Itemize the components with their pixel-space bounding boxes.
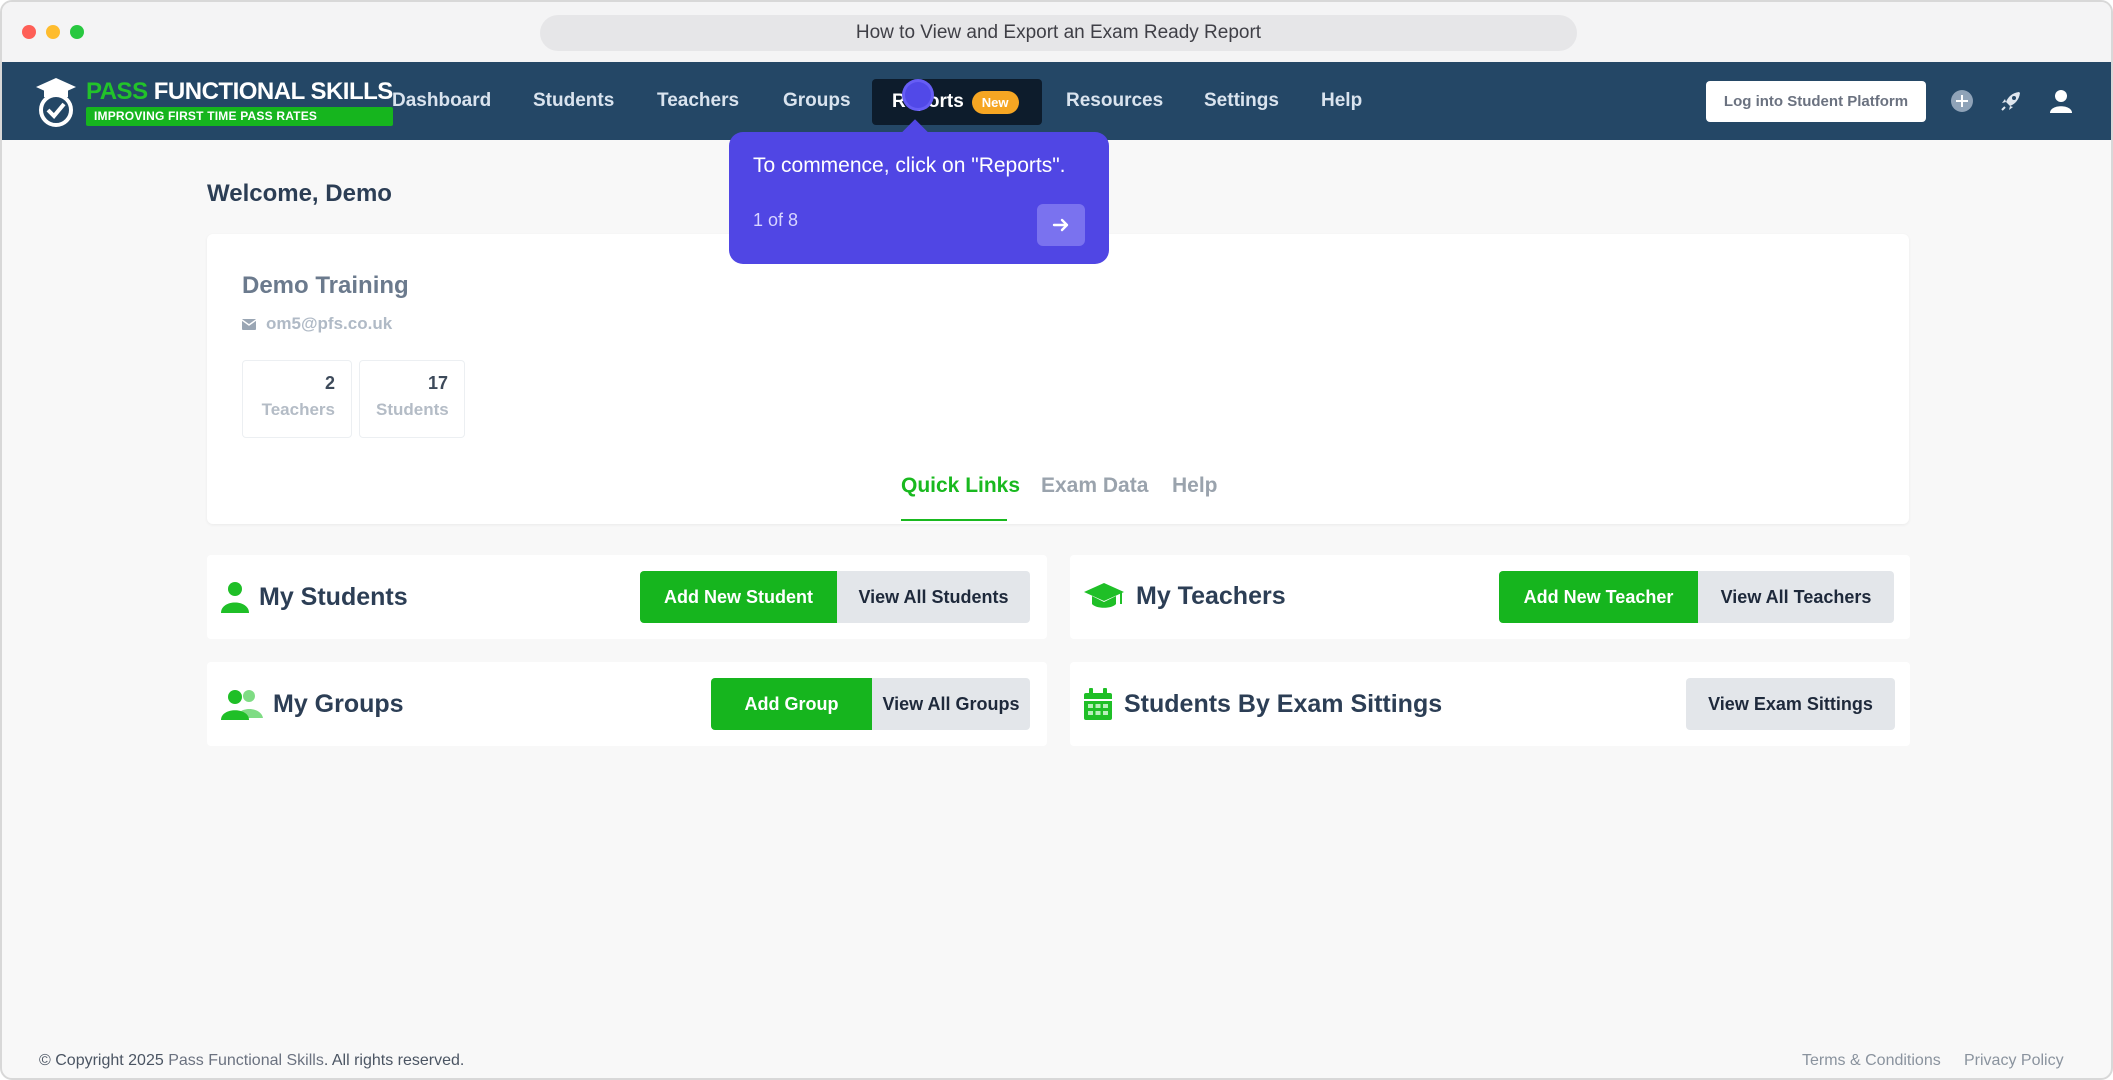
my-students-panel: My Students Add New Student View All Stu… (207, 555, 1047, 639)
view-all-students-button[interactable]: View All Students (837, 571, 1030, 623)
nav-reports[interactable]: Reports New (872, 79, 1042, 125)
my-teachers-panel: My Teachers Add New Teacher View All Tea… (1070, 555, 1910, 639)
tab-exam-data[interactable]: Exam Data (1041, 474, 1148, 498)
nav-groups[interactable]: Groups (783, 83, 851, 119)
student-icon (221, 582, 249, 613)
address-bar[interactable]: How to View and Export an Exam Ready Rep… (540, 15, 1577, 51)
tour-tooltip: To commence, click on "Reports". 1 of 8 (729, 119, 1109, 264)
nav-resources[interactable]: Resources (1066, 83, 1163, 119)
exam-sittings-panel: Students By Exam Sittings View Exam Sitt… (1070, 662, 1910, 746)
nav-teachers[interactable]: Teachers (657, 83, 739, 119)
profile-card: Demo Training om5@pfs.co.uk 2 Teachers 1… (207, 234, 1909, 524)
view-all-groups-button[interactable]: View All Groups (872, 678, 1030, 730)
copyright-suffix: . All rights reserved. (323, 1052, 465, 1069)
teachers-button-group: Add New Teacher View All Teachers (1499, 571, 1894, 623)
active-tab-indicator (901, 519, 1007, 521)
user-icon[interactable] (2048, 88, 2074, 114)
login-student-platform-button[interactable]: Log into Student Platform (1706, 81, 1926, 122)
groups-button-group: Add Group View All Groups (711, 678, 1030, 730)
logo-title-rest: FUNCTIONAL SKILLS (153, 77, 394, 105)
organisation-name: Demo Training (242, 272, 409, 299)
students-stat[interactable]: 17 Students (359, 360, 465, 438)
tooltip-next-button[interactable] (1037, 204, 1085, 246)
students-stat-label: Students (376, 400, 449, 419)
my-teachers-label: My Teachers (1136, 581, 1286, 610)
teachers-count: 2 (324, 373, 335, 393)
copyright-text: © Copyright 2025 Pass Functional Skills.… (39, 1052, 464, 1070)
my-groups-label: My Groups (273, 689, 404, 718)
tab-help[interactable]: Help (1172, 474, 1218, 498)
nav-help[interactable]: Help (1321, 83, 1362, 119)
exam-sittings-title: Students By Exam Sittings (1084, 688, 1442, 720)
teachers-stat-label: Teachers (261, 400, 335, 419)
users-group-icon (221, 690, 263, 720)
my-teachers-title: My Teachers (1084, 581, 1286, 611)
copyright-brand: Pass Functional Skills (168, 1052, 324, 1069)
tab-quick-links[interactable]: Quick Links (901, 474, 1020, 498)
add-new-student-button[interactable]: Add New Student (640, 571, 837, 623)
rocket-icon[interactable] (1998, 88, 2024, 114)
my-students-label: My Students (259, 582, 408, 611)
add-new-teacher-button[interactable]: Add New Teacher (1499, 571, 1698, 623)
dashboard-tabs: Quick Links Exam Data Help (207, 474, 1909, 524)
my-groups-title: My Groups (221, 688, 404, 720)
logo-title-accent: PASS (86, 77, 148, 105)
my-students-title: My Students (221, 581, 408, 613)
logo-text: PASS FUNCTIONAL SKILLS IMPROVING FIRST T… (86, 77, 394, 126)
arrow-right-icon (1052, 218, 1069, 232)
view-all-teachers-button[interactable]: View All Teachers (1698, 571, 1894, 623)
nav-settings[interactable]: Settings (1204, 83, 1279, 119)
nav-students[interactable]: Students (533, 83, 614, 119)
site-logo[interactable]: PASS FUNCTIONAL SKILLS IMPROVING FIRST T… (34, 76, 393, 128)
teachers-stat[interactable]: 2 Teachers (242, 360, 352, 438)
my-groups-panel: My Groups Add Group View All Groups (207, 662, 1047, 746)
terms-conditions-link[interactable]: Terms & Conditions (1802, 1052, 1941, 1070)
mail-icon (242, 318, 256, 330)
plus-circle-icon[interactable] (1949, 88, 1975, 114)
logo-title: PASS FUNCTIONAL SKILLS (86, 77, 394, 105)
sittings-button-group: View Exam Sittings (1686, 678, 1895, 730)
nav-dashboard[interactable]: Dashboard (392, 83, 491, 119)
maximize-window-button[interactable] (70, 25, 84, 39)
organisation-email: om5@pfs.co.uk (242, 314, 392, 334)
email-text: om5@pfs.co.uk (266, 314, 393, 333)
exam-sittings-label: Students By Exam Sittings (1124, 689, 1443, 718)
tour-hotspot-indicator (902, 79, 934, 111)
tooltip-text: To commence, click on "Reports". (753, 154, 1066, 177)
welcome-heading: Welcome, Demo (207, 180, 392, 207)
top-navbar: PASS FUNCTIONAL SKILLS IMPROVING FIRST T… (2, 62, 2111, 140)
graduation-cap-icon (1084, 583, 1124, 608)
logo-tagline: IMPROVING FIRST TIME PASS RATES (86, 106, 393, 126)
calendar-icon (1084, 688, 1112, 720)
privacy-policy-link[interactable]: Privacy Policy (1964, 1052, 2064, 1070)
new-badge: New (971, 90, 1019, 114)
tooltip-step-counter: 1 of 8 (753, 210, 799, 230)
students-count: 17 (427, 373, 448, 393)
view-exam-sittings-button[interactable]: View Exam Sittings (1686, 678, 1895, 730)
graduation-check-icon (34, 76, 78, 128)
close-window-button[interactable] (22, 25, 36, 39)
minimize-window-button[interactable] (46, 25, 60, 39)
copyright-prefix: © Copyright 2025 (39, 1052, 169, 1069)
browser-window: How to View and Export an Exam Ready Rep… (0, 0, 2113, 1080)
title-bar: How to View and Export an Exam Ready Rep… (2, 2, 2111, 62)
students-button-group: Add New Student View All Students (640, 571, 1030, 623)
add-group-button[interactable]: Add Group (711, 678, 872, 730)
